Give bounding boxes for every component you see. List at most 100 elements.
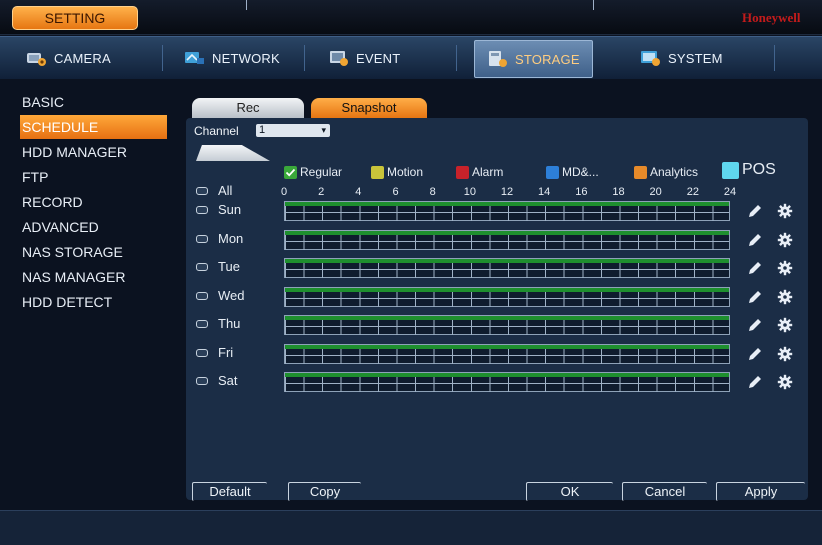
default-button[interactable]: Default [192, 482, 267, 501]
tab-label: STORAGE [515, 51, 580, 67]
main-nav: CAMERA NETWORK EVENT STORAGE SYSTEM [0, 36, 822, 79]
timeline-grid [285, 320, 729, 335]
day-checkbox[interactable] [196, 234, 208, 243]
legend-regular[interactable]: Regular [284, 165, 342, 179]
timeline-grid [285, 292, 729, 307]
hour-label: 8 [429, 186, 436, 198]
select-all-checkbox[interactable] [196, 186, 208, 195]
pencil-icon[interactable] [747, 260, 763, 276]
day-checkbox[interactable] [196, 205, 208, 214]
sidebar-item-record[interactable]: RECORD [20, 190, 170, 214]
select-all[interactable]: All [196, 183, 232, 198]
day-checkbox[interactable] [196, 291, 208, 300]
day-checkbox[interactable] [196, 319, 208, 328]
legend-label: POS [742, 161, 776, 178]
tab-label: CAMERA [54, 50, 111, 66]
sidebar-item-nas-manager[interactable]: NAS MANAGER [20, 265, 170, 289]
gear-icon[interactable] [777, 317, 793, 333]
pencil-icon[interactable] [747, 203, 763, 219]
day-checkbox[interactable] [196, 376, 208, 385]
status-bar [0, 510, 822, 545]
day-row-label[interactable]: Mon [196, 231, 243, 246]
day-label: Sun [218, 202, 242, 217]
timeline-grid [285, 206, 729, 221]
apply-button[interactable]: Apply [716, 482, 805, 501]
day-row-label[interactable]: Sat [196, 373, 238, 388]
copy-button[interactable]: Copy [288, 482, 361, 501]
sidebar-item-hdd-detect[interactable]: HDD DETECT [20, 290, 170, 314]
sidebar-item-advanced[interactable]: ADVANCED [20, 215, 170, 239]
pencil-icon[interactable] [747, 374, 763, 390]
sidebar-item-basic[interactable]: BASIC [20, 90, 170, 114]
camera-icon [26, 49, 48, 67]
day-row-label[interactable]: Sun [196, 202, 241, 217]
tab-event[interactable]: EVENT [328, 40, 400, 76]
gear-icon[interactable] [777, 289, 793, 305]
hour-label: 16 [575, 186, 588, 198]
tab-snapshot[interactable]: Snapshot [311, 98, 427, 118]
legend-label: Analytics [650, 165, 699, 179]
day-row-label[interactable]: Thu [196, 316, 240, 331]
gear-icon[interactable] [777, 260, 793, 276]
pencil-icon[interactable] [747, 317, 763, 333]
timeline-grid [285, 263, 729, 278]
legend-pos[interactable]: POS [722, 161, 776, 179]
timeline-grid [285, 349, 729, 364]
day-timeline[interactable] [284, 315, 730, 335]
gear-icon[interactable] [777, 203, 793, 219]
timeline-grid [285, 377, 729, 392]
pencil-icon[interactable] [747, 289, 763, 305]
tab-camera[interactable]: CAMERA [26, 40, 111, 76]
tab-system[interactable]: SYSTEM [640, 40, 723, 76]
cancel-button[interactable]: Cancel [622, 482, 707, 501]
sidebar-item-hdd-manager[interactable]: HDD MANAGER [20, 140, 170, 164]
hour-label: 18 [612, 186, 625, 198]
hour-label: 12 [500, 186, 514, 198]
tab-label: EVENT [356, 50, 401, 66]
hour-label: 22 [686, 186, 699, 198]
hour-label: 2 [318, 186, 325, 198]
day-label: Thu [218, 316, 241, 331]
gear-icon[interactable] [777, 374, 793, 390]
sidebar-item-ftp[interactable]: FTP [20, 165, 170, 189]
day-timeline[interactable] [284, 201, 730, 221]
tab-network[interactable]: NETWORK [184, 40, 280, 76]
nav-separator [456, 45, 457, 71]
legend-alarm[interactable]: Alarm [456, 165, 503, 179]
legend-label: Alarm [472, 165, 504, 179]
legend-md[interactable]: MD&... [546, 165, 599, 179]
pencil-icon[interactable] [747, 232, 763, 248]
all-label: All [218, 183, 233, 198]
tab-storage[interactable]: STORAGE [474, 40, 593, 78]
ok-button[interactable]: OK [526, 482, 613, 501]
hour-label: 24 [723, 186, 737, 198]
day-checkbox[interactable] [196, 262, 208, 271]
tab-rec[interactable]: Rec [192, 98, 304, 118]
channel-select[interactable]: 1 ▾ [256, 124, 330, 137]
gear-icon[interactable] [777, 232, 793, 248]
day-timeline[interactable] [284, 230, 730, 250]
day-label: Mon [218, 231, 244, 246]
day-label: Sat [218, 373, 238, 388]
day-checkbox[interactable] [196, 348, 208, 357]
brand-logo: Honeywell [742, 10, 801, 25]
legend-motion[interactable]: Motion [371, 165, 423, 179]
day-timeline[interactable] [284, 372, 730, 392]
day-timeline[interactable] [284, 287, 730, 307]
day-row-label[interactable]: Wed [196, 288, 245, 303]
pencil-icon[interactable] [747, 346, 763, 362]
day-timeline[interactable] [284, 344, 730, 364]
color-swatch [722, 161, 739, 179]
day-row-label[interactable]: Tue [196, 259, 240, 274]
day-timeline[interactable] [284, 258, 730, 278]
sidebar-item-schedule[interactable]: SCHEDULE [20, 115, 167, 139]
legend-analytics[interactable]: Analytics [634, 165, 698, 179]
gear-icon[interactable] [777, 346, 793, 362]
day-row-label[interactable]: Fri [196, 345, 233, 360]
sidebar-item-nas-storage[interactable]: NAS STORAGE [20, 240, 170, 264]
setting-tab[interactable]: SETTING [12, 6, 138, 30]
top-bar: SETTING Honeywell [0, 0, 822, 35]
hour-label: 0 [280, 186, 288, 198]
legend-label: Motion [387, 165, 424, 179]
day-label: Fri [218, 345, 234, 360]
